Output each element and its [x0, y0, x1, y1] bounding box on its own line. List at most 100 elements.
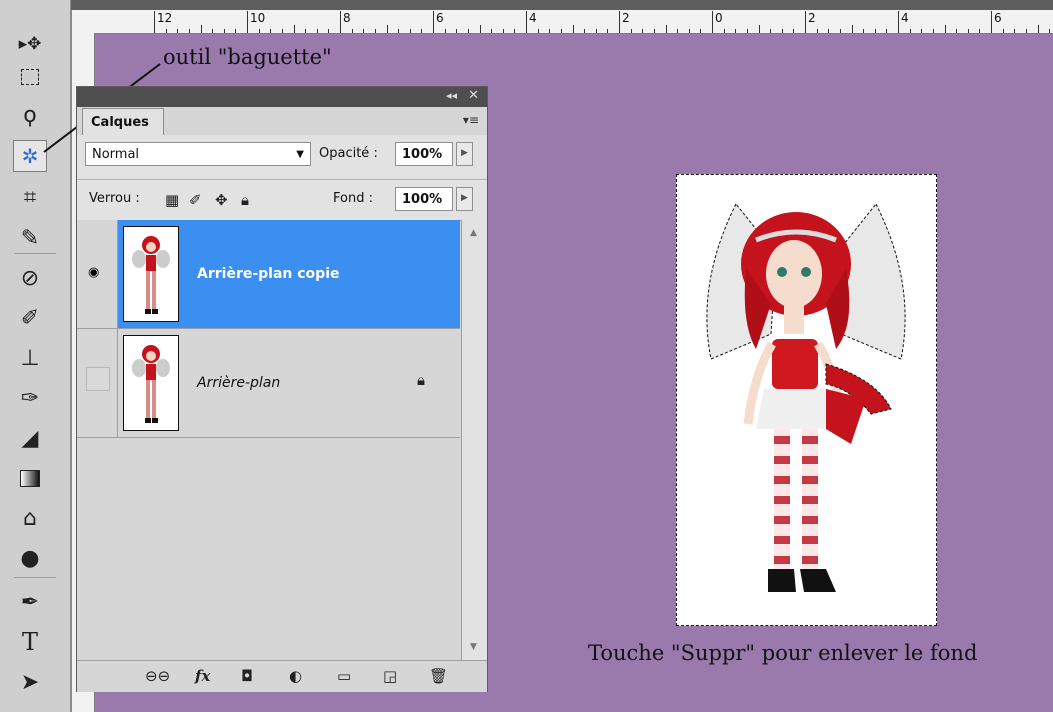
eye-icon[interactable]: ◉	[88, 265, 99, 280]
brush-icon: ✐	[20, 305, 40, 331]
layer-thumbnail	[123, 335, 179, 431]
scroll-up-icon[interactable]: ▲	[470, 228, 477, 238]
brush-tool-button[interactable]: ✐	[13, 302, 47, 334]
ruler-minor-tick	[607, 29, 609, 33]
lasso-tool-button[interactable]: ϙ	[13, 99, 47, 131]
eraser-icon: ◢	[21, 425, 39, 451]
toolbar-separator	[14, 253, 56, 254]
fill-slider-button[interactable]: ▶	[456, 187, 473, 211]
ruler-minor-tick	[967, 29, 969, 33]
ruler-minor-tick	[723, 29, 725, 33]
ruler-minor-tick	[653, 29, 655, 33]
tab-calques[interactable]: Calques	[82, 108, 164, 135]
lasso-icon: ϙ	[23, 102, 37, 128]
opacity-slider-button[interactable]: ▶	[456, 142, 473, 166]
lock-pixels-brush-icon[interactable]: ✐	[189, 191, 202, 209]
gradient-tool-button[interactable]	[13, 462, 47, 494]
ruler-label: 10	[250, 11, 266, 25]
layers-scrollbar[interactable]: ▲ ▼	[461, 220, 487, 660]
gradient-icon	[20, 469, 40, 487]
ruler-label: 12	[157, 11, 173, 25]
adjustment-layer-icon[interactable]: ◐	[289, 667, 302, 685]
panel-bottom-bar: ⊖⊖ fx ◘ ◐ ▭ ◲ 🗑︎	[77, 660, 487, 692]
ruler-minor-tick	[1037, 25, 1039, 33]
ruler-minor-tick	[1014, 29, 1016, 33]
ruler-minor-tick	[467, 29, 469, 33]
ruler-label: 0	[715, 11, 723, 25]
visibility-toggle[interactable]	[86, 367, 110, 391]
ruler-label: 2	[622, 11, 630, 25]
lock-label: Verrou :	[89, 191, 140, 206]
layer-style-icon[interactable]: fx	[195, 667, 210, 685]
marquee-tool-button[interactable]	[13, 61, 47, 93]
move-icon: ▸✥	[18, 34, 42, 54]
lock-position-icon[interactable]: ✥	[215, 191, 228, 209]
magic-wand-tool-button[interactable]: ✲	[13, 140, 47, 172]
eraser-tool-button[interactable]: ◢	[13, 422, 47, 454]
layer-mask-icon[interactable]: ◘	[241, 667, 253, 685]
blend-mode-value: Normal	[92, 147, 140, 162]
visibility-cell[interactable]	[77, 329, 118, 437]
fill-field[interactable]: 100%	[395, 187, 453, 211]
scroll-down-icon[interactable]: ▼	[470, 642, 477, 652]
layers-list: ◉ Arrière-plan copie Arrière-plan 🔒︎	[77, 220, 460, 660]
healing-brush-tool-button[interactable]: ⊘	[13, 262, 47, 294]
collapse-icon[interactable]: ◂◂	[446, 89, 457, 102]
ruler-minor-tick	[839, 29, 841, 33]
ruler-minor-tick	[944, 25, 946, 33]
ruler-minor-tick	[665, 25, 667, 33]
move-tool-button[interactable]: ▸✥	[13, 28, 47, 60]
type-tool-button[interactable]: T	[13, 626, 47, 658]
panel-menu-icon[interactable]: ▾≡	[463, 113, 479, 127]
ruler-minor-tick	[816, 29, 818, 33]
ruler-minor-tick	[758, 25, 760, 33]
ruler-minor-tick	[909, 29, 911, 33]
link-layers-icon[interactable]: ⊖⊖	[145, 667, 170, 685]
blur-drop-icon: ⌂	[23, 505, 37, 531]
blend-options-row: Normal ▼ Opacité : 100% ▶	[77, 135, 487, 179]
layer-row[interactable]: ◉ Arrière-plan copie	[77, 220, 460, 329]
fill-label: Fond :	[333, 191, 373, 206]
ruler-minor-tick	[409, 29, 411, 33]
ruler-minor-tick	[677, 29, 679, 33]
ruler-minor-tick	[316, 29, 318, 33]
ruler-minor-tick	[363, 29, 365, 33]
layer-name[interactable]: Arrière-plan copie	[197, 266, 340, 282]
dodge-tool-button[interactable]: ●	[13, 542, 47, 574]
ruler-minor-tick	[502, 29, 504, 33]
ruler-major-tick	[712, 11, 713, 33]
ruler-minor-tick	[177, 29, 179, 33]
ruler-minor-tick	[863, 29, 865, 33]
ruler-major-tick	[805, 11, 806, 33]
path-selection-tool-button[interactable]: ➤	[13, 666, 47, 698]
blur-tool-button[interactable]: ⌂	[13, 502, 47, 534]
tool-annotation-label: outil "baguette"	[163, 45, 332, 69]
opacity-field[interactable]: 100%	[395, 142, 453, 166]
lock-all-icon[interactable]: 🔒︎	[241, 191, 249, 209]
crop-icon: ⌗	[23, 184, 37, 210]
ruler-minor-tick	[770, 29, 772, 33]
blend-mode-select[interactable]: Normal ▼	[85, 142, 311, 166]
ruler-label: 8	[343, 11, 351, 25]
lock-options-row: Verrou : ▦ ✐ ✥ 🔒︎ Fond : 100% ▶	[77, 179, 487, 221]
new-group-icon[interactable]: ▭	[337, 667, 351, 685]
stamp-tool-button[interactable]: ⊥	[13, 342, 47, 374]
eyedropper-tool-button[interactable]: ✎	[13, 222, 47, 254]
layer-row[interactable]: Arrière-plan 🔒︎	[77, 329, 460, 438]
ruler-minor-tick	[1025, 29, 1027, 33]
bandage-icon: ⊘	[20, 265, 40, 291]
ruler-minor-tick	[188, 29, 190, 33]
ruler-minor-tick	[235, 29, 237, 33]
lock-transparency-icon[interactable]: ▦	[165, 191, 179, 209]
ruler-minor-tick	[537, 29, 539, 33]
ruler-minor-tick	[258, 29, 260, 33]
crop-tool-button[interactable]: ⌗	[13, 181, 47, 213]
history-brush-tool-button[interactable]: ✑	[13, 382, 47, 414]
new-layer-icon[interactable]: ◲	[383, 667, 397, 685]
pen-tool-button[interactable]: ✒	[13, 586, 47, 618]
ruler-minor-tick	[444, 29, 446, 33]
layer-name[interactable]: Arrière-plan	[197, 375, 280, 391]
visibility-cell[interactable]: ◉	[77, 220, 118, 328]
trash-icon[interactable]: 🗑︎	[429, 667, 448, 685]
close-icon[interactable]: ✕	[468, 88, 479, 103]
